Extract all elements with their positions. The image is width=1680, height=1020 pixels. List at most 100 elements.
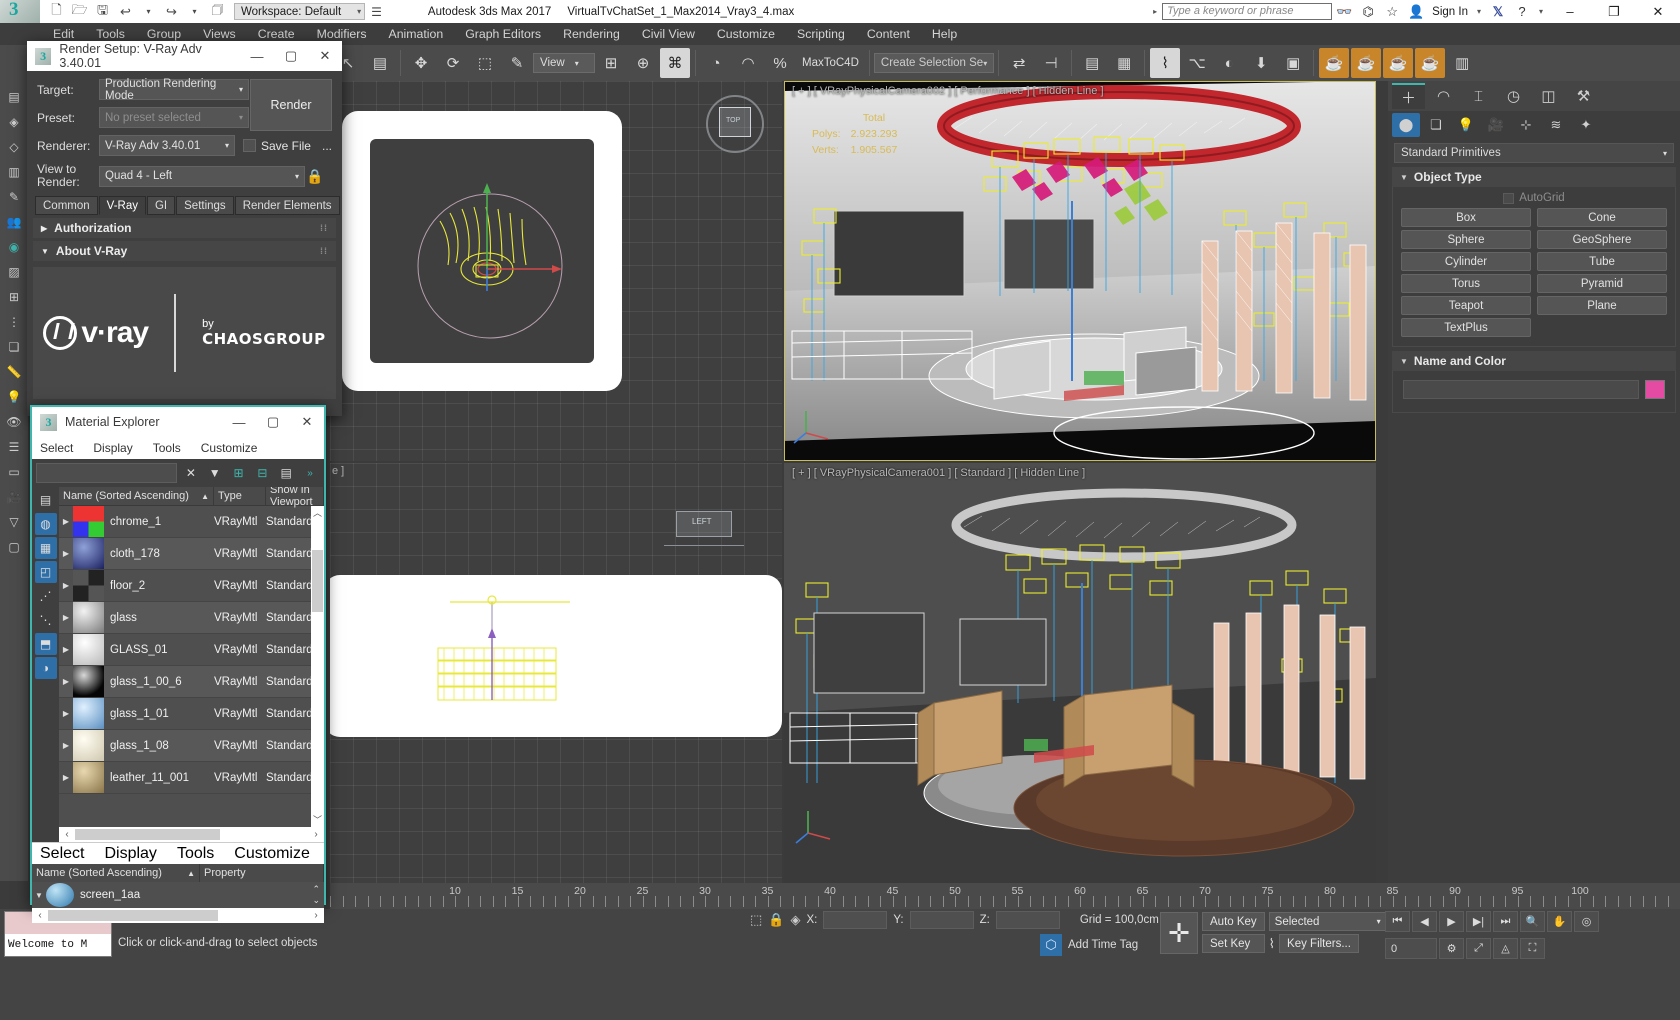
object-color-swatch[interactable] — [1645, 380, 1665, 399]
angle-snap-icon[interactable]: ◔ — [701, 48, 731, 78]
render-setup-minimize[interactable]: — — [240, 41, 274, 71]
add-key-button[interactable]: ✛ — [1160, 912, 1198, 954]
view-to-render-dropdown[interactable]: Quad 4 - Left ▾ — [99, 166, 305, 187]
target-dropdown[interactable]: Production Rendering Mode ▾ — [99, 79, 249, 100]
about-vray-rollout-header[interactable]: ▼ About V-Ray ⁞⁞ — [33, 241, 336, 261]
me-menu-tools[interactable]: Tools — [153, 441, 181, 455]
left-view-cube[interactable]: LEFT — [672, 491, 736, 555]
hscroll-thumb[interactable] — [75, 829, 220, 840]
autogrid-row[interactable]: AutoGrid — [1401, 192, 1667, 204]
column2-name[interactable]: Name (Sorted Ascending) — [36, 867, 162, 879]
collapse-all-icon[interactable]: ⊟ — [252, 463, 272, 483]
menu-item-help[interactable]: Help — [921, 23, 968, 45]
render-setup-maximize[interactable]: ▢ — [274, 41, 308, 71]
binoculars-icon[interactable]: 👓 — [1332, 2, 1356, 22]
select-move-icon[interactable]: ✥ — [406, 48, 436, 78]
primitive-category-dropdown[interactable]: Standard Primitives ▾ — [1394, 143, 1674, 163]
filter-icon[interactable]: ▽ — [2, 510, 26, 534]
previous-frame-icon[interactable]: ◀ — [1412, 911, 1437, 932]
cylinder-button[interactable]: Cylinder — [1401, 252, 1531, 271]
set-key-button[interactable]: Set Key — [1202, 934, 1265, 953]
overflow-icon[interactable]: » — [300, 463, 320, 483]
welcome-screen-sliver[interactable] — [4, 911, 112, 959]
expand-all-icon[interactable]: ⊞ — [229, 463, 249, 483]
array-icon[interactable]: ⊞ — [2, 285, 26, 309]
viewport-top-left[interactable]: TOP — [330, 81, 782, 461]
reference-coord-system-dropdown[interactable]: View ▾ — [533, 53, 595, 73]
preset-icon[interactable]: ▭ — [2, 460, 26, 484]
workspace-menu-icon[interactable]: ☰ — [371, 5, 382, 19]
show-objects-icon[interactable]: ◰ — [35, 561, 57, 583]
pan-view-icon[interactable]: ✋ — [1547, 911, 1572, 932]
clear-search-icon[interactable]: ✕ — [181, 463, 201, 483]
exchange-app-icon[interactable]: 𝕏 — [1486, 2, 1510, 22]
viewport-bottom-left[interactable]: LEFT e ] — [330, 463, 782, 883]
snapshot-icon[interactable]: ▨ — [2, 260, 26, 284]
rendered-frame-icon[interactable]: ▣ — [1278, 48, 1308, 78]
expand-icon[interactable]: ▶ — [59, 613, 73, 622]
named-selection-set-input[interactable]: Create Selection Se ▾ — [874, 53, 994, 73]
preset-dropdown[interactable]: No preset selected ▾ — [99, 107, 249, 128]
mirror-icon[interactable]: ⇄ — [1004, 48, 1034, 78]
spinner-icon[interactable]: ⌃⌄ — [312, 884, 324, 906]
user-icon[interactable]: 👤 — [1404, 2, 1428, 22]
sign-in-label[interactable]: Sign In — [1432, 6, 1468, 18]
material-search-input[interactable] — [36, 463, 177, 483]
redo-icon[interactable]: ↪ — [161, 2, 182, 22]
time-slider-track[interactable]: 101520253035404550556065707580859095100 — [330, 883, 1680, 909]
object-paint-icon[interactable]: ✎ — [2, 185, 26, 209]
material-explorer-dialog[interactable]: 3 Material Explorer — ▢ ✕ Select Display… — [30, 405, 326, 905]
material-row[interactable]: ▶floor_2VRayMtlStandard : Ma — [59, 570, 324, 602]
display-tab-icon[interactable]: ◫ — [1532, 83, 1565, 109]
material-list[interactable]: Name (Sorted Ascending) ▲ Type Show In V… — [59, 487, 324, 827]
orbit-icon[interactable]: ◎ — [1574, 911, 1599, 932]
scroll-up-icon[interactable]: ︿ — [311, 506, 324, 520]
me2-menu-customize[interactable]: Customize — [234, 845, 310, 863]
material-list-hscrollbar[interactable]: ‹ › — [59, 827, 324, 842]
tube-button[interactable]: Tube — [1537, 252, 1667, 271]
y-field[interactable] — [910, 911, 974, 929]
expand-icon[interactable]: ▶ — [59, 741, 73, 750]
selection-tools-icon[interactable]: ▥ — [2, 160, 26, 184]
column-name[interactable]: Name (Sorted Ascending) — [63, 490, 189, 502]
open-asset-icon[interactable]: ▥ — [1447, 48, 1477, 78]
torus-button[interactable]: Torus — [1401, 274, 1531, 293]
material-row[interactable]: ▶glass_1_08VRayMtlStandard : Ma — [59, 730, 324, 762]
material-row[interactable]: ▶glass_1_00_6VRayMtlStandard : Ma — [59, 666, 324, 698]
column-show-in-viewport[interactable]: Show In Viewport — [266, 487, 324, 505]
shapes-icon[interactable]: ❏ — [1422, 113, 1450, 137]
workspace-selector[interactable]: Workspace: Default ▾ — [234, 3, 365, 20]
expand-icon[interactable]: ▶ — [59, 517, 73, 526]
material-list-scrollbar[interactable]: ︿ ﹀ — [311, 506, 324, 827]
tab-render-elements[interactable]: Render Elements — [235, 196, 340, 215]
x-field[interactable] — [823, 911, 887, 929]
material-explorer-maximize[interactable]: ▢ — [256, 407, 290, 437]
close-button[interactable]: ✕ — [1636, 0, 1680, 23]
use-pivot-center-icon[interactable]: ⊞ — [596, 48, 626, 78]
auto-key-button[interactable]: Auto Key — [1202, 912, 1265, 931]
material-row[interactable]: ▶cloth_178VRayMtlStandard : Ma — [59, 538, 324, 570]
show-maps-icon[interactable]: ◍ — [35, 513, 57, 535]
goto-start-icon[interactable]: ⏮ — [1385, 911, 1410, 932]
viewport-top-right[interactable]: [ + ] [ VRayPhysicalCamera002 ] [ Perfor… — [784, 81, 1376, 461]
tab-vray[interactable]: V-Ray — [99, 196, 146, 215]
box-button[interactable]: Box — [1401, 208, 1531, 227]
zoom-region-icon[interactable]: 🔍 — [1520, 911, 1545, 932]
camera-icon[interactable]: 🎥 — [2, 485, 26, 509]
me-menu-select[interactable]: Select — [40, 441, 73, 455]
show-materials-icon[interactable]: ▤ — [35, 489, 57, 511]
spacewarps-icon[interactable]: ≋ — [1542, 113, 1570, 137]
render-iterative-icon[interactable]: ☕ — [1351, 48, 1381, 78]
name-and-color-header[interactable]: ▼ Name and Color — [1392, 351, 1676, 371]
favorites-star-icon[interactable]: ☆ — [1380, 2, 1404, 22]
light-lister-icon[interactable]: 💡 — [2, 385, 26, 409]
add-time-tag-row[interactable]: ⬡ Add Time Tag — [1040, 934, 1138, 956]
expand-icon[interactable]: ▶ — [59, 709, 73, 718]
time-configuration-icon[interactable]: ⚙ — [1439, 938, 1464, 959]
cameras-icon[interactable]: 🎥 — [1482, 113, 1510, 137]
me-menu-display[interactable]: Display — [93, 441, 132, 455]
menu-item-animation[interactable]: Animation — [378, 23, 455, 45]
material-row[interactable]: ▶glass_1_01VRayMtlStandard : Ma — [59, 698, 324, 730]
box-icon[interactable]: ▢ — [2, 535, 26, 559]
maximize-button[interactable]: ❐ — [1592, 0, 1636, 23]
